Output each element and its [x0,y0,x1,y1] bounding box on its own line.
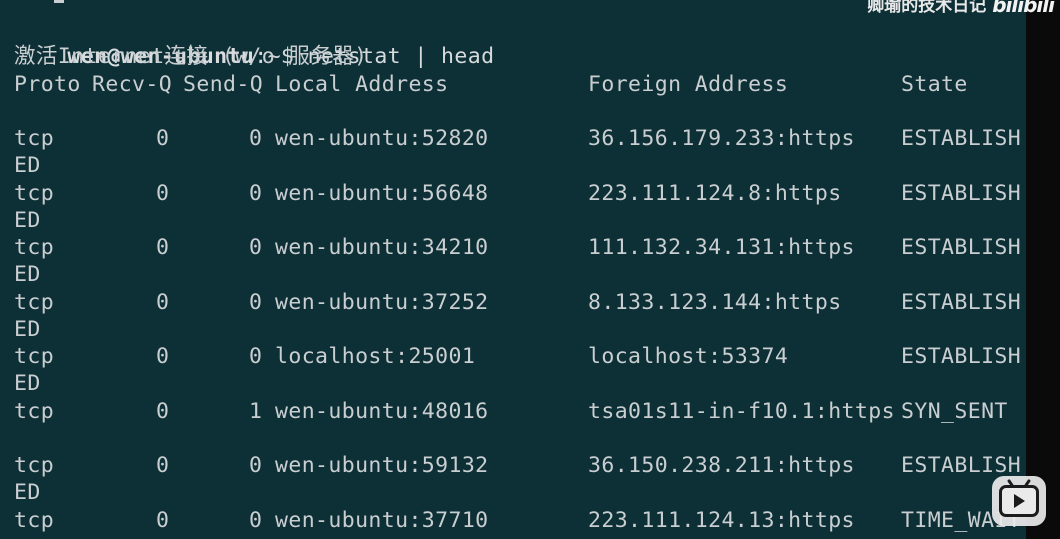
cell-sendq: 0 [249,235,263,260]
cell-state: ESTABLISH [901,344,1022,369]
table-row: tcp 0 0 wen-ubuntu:52820 36.156.179.233:http… [14,125,1024,152]
table-row: tcp 0 0 wen-ubuntu:37710 223.111.124.13:http… [14,507,1024,534]
cell-sendq: 0 [249,507,263,533]
prompt-line: wen@wen-ubuntu:~$ netstat | head [14,16,494,69]
cell-sendq: 0 [249,344,263,369]
cell-sendq: 0 [249,180,263,206]
video-side-bar [1026,0,1060,539]
cell-state: ESTABLISH [901,126,1022,151]
cell-local: wen-ubuntu:59132 [275,453,489,478]
header-state: State [901,72,968,97]
state-wrap: ED [14,480,41,505]
cell-recvq: 0 [156,398,170,424]
output-heading: 激活Internet连接 (w/o 服务器) [14,44,368,69]
state-wrap: ED [14,207,41,233]
header-local: Local Address [275,72,449,97]
cell-local: localhost:25001 [275,344,476,369]
bilibili-logo: bilibili [992,0,1055,17]
table-row: tcp 0 1 wen-ubuntu:48016 tsa01s11-in-f10.1:h… [14,398,1024,425]
table-row: tcp 0 0 wen-ubuntu:37252 8.133.123.144:https… [14,289,1024,316]
cell-proto: tcp [14,126,55,151]
cell-foreign: 36.156.179.233:https [588,126,855,151]
header-proto: Proto [14,72,81,97]
cell-proto: tcp [14,289,55,315]
cell-state: ESTABLISH [901,180,1022,206]
cell-proto: tcp [14,453,55,478]
cell-recvq: 0 [156,289,170,315]
cell-foreign: 36.150.238.211:https [588,453,855,478]
cell-proto: tcp [14,180,55,206]
header-recvq: Recv-Q [92,72,173,97]
cell-state: ESTABLISH [901,453,1022,478]
header-foreign: Foreign Address [588,72,789,97]
bilibili-tv-icon[interactable] [992,476,1046,526]
cell-state: ESTABLISH [901,289,1022,315]
table-header: Proto Recv-Q Send-Q Local Address Foreig… [14,71,1024,98]
cell-local: wen-ubuntu:52820 [275,126,489,151]
cell-foreign: 223.111.124.8:https [588,180,842,206]
header-sendq: Send-Q [183,72,264,97]
cell-proto: tcp [14,398,55,424]
cell-sendq: 0 [249,126,263,151]
state-wrap: ED [14,153,41,178]
table-row: tcp 0 0 wen-ubuntu:59132 36.150.238.211:http… [14,452,1024,479]
cell-foreign: localhost:53374 [588,344,789,369]
cell-sendq: 0 [249,453,263,478]
cell-recvq: 0 [156,180,170,206]
cell-foreign: tsa01s11-in-f10.1:https [588,398,895,424]
watermark-text: 卿瑜的技术日记 [867,0,987,16]
cell-foreign: 223.111.124.13:https [588,507,855,533]
terminal-window[interactable]: wen@wen-ubuntu:~$ netstat | head 激活Inter… [0,0,1026,539]
table-row: tcp 0 0 localhost:25001 localhost:53374 ESTAB… [14,343,1024,370]
cell-local: wen-ubuntu:37710 [275,507,489,533]
cell-sendq: 0 [249,289,263,315]
cell-proto: tcp [14,235,55,260]
state-wrap: ED [14,316,41,342]
state-wrap: ED [14,371,41,396]
watermark: 卿瑜的技术日记 bilibili [867,0,1055,20]
cell-sendq: 1 [249,398,263,424]
cell-local: wen-ubuntu:34210 [275,235,489,260]
cell-local: wen-ubuntu:56648 [275,180,489,206]
cell-proto: tcp [14,507,55,533]
cell-foreign: 111.132.34.131:https [588,235,855,260]
cell-recvq: 0 [156,126,170,151]
cell-state: SYN_SENT [901,398,1008,424]
tv-face [999,485,1039,517]
cell-recvq: 0 [156,344,170,369]
cell-recvq: 0 [156,453,170,478]
table-row: tcp 0 0 wen-ubuntu:56648 223.111.124.8:https… [14,180,1024,207]
cell-state: ESTABLISH [901,235,1022,260]
state-wrap: ED [14,262,41,287]
cell-local: wen-ubuntu:48016 [275,398,489,424]
cursor-remnant [54,0,64,3]
cell-foreign: 8.133.123.144:https [588,289,842,315]
cell-local: wen-ubuntu:37252 [275,289,489,315]
cell-recvq: 0 [156,235,170,260]
table-row: tcp 0 0 wen-ubuntu:34210 111.132.34.131:http… [14,234,1024,261]
cell-recvq: 0 [156,507,170,533]
cell-proto: tcp [14,344,55,369]
